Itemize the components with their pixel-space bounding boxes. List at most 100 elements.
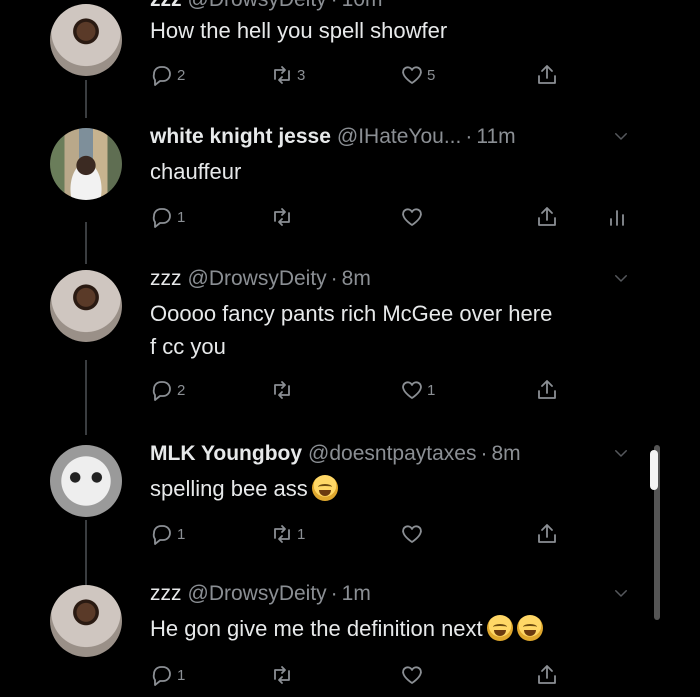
tweet-actions: 2 3 5: [150, 62, 650, 88]
tweet-text-line-2: f cc you: [150, 334, 226, 359]
reply-button[interactable]: 1: [150, 204, 185, 230]
display-name[interactable]: zzz: [150, 267, 182, 291]
tweet-header: zzz @DrowsyDeity · 1m: [150, 582, 371, 606]
retweet-icon: [270, 378, 294, 402]
like-count: 1: [427, 381, 436, 399]
timestamp[interactable]: 1m: [342, 582, 371, 606]
reply-icon: [150, 205, 174, 229]
avatar[interactable]: [50, 585, 122, 657]
retweet-count: 3: [297, 66, 306, 84]
retweet-button[interactable]: [270, 377, 294, 403]
tweet-actions: 1 1: [150, 521, 650, 547]
retweet-button[interactable]: [270, 204, 294, 230]
handle[interactable]: @DrowsyDeity: [188, 267, 327, 291]
reply-button[interactable]: 2: [150, 377, 185, 403]
share-button[interactable]: [535, 377, 559, 403]
tweet-header: white knight jesse @IHateYou... · 11m: [150, 125, 516, 149]
thread-line: [85, 520, 87, 585]
share-icon: [535, 63, 559, 87]
analytics-button[interactable]: [605, 204, 629, 230]
avatar[interactable]: [50, 445, 122, 517]
like-button[interactable]: 1: [400, 377, 435, 403]
heart-icon: [400, 663, 424, 687]
chevron-down-icon[interactable]: [612, 444, 630, 462]
reply-button[interactable]: 1: [150, 521, 185, 547]
share-icon: [535, 378, 559, 402]
handle[interactable]: @DrowsyDeity: [188, 0, 327, 12]
tweet-header: zzz @DrowsyDeity · 10m: [150, 0, 383, 12]
retweet-icon: [270, 63, 294, 87]
reply-icon: [150, 63, 174, 87]
like-button[interactable]: [400, 204, 424, 230]
chevron-down-icon[interactable]: [612, 127, 630, 145]
tweet-text-content: He gon give me the definition next: [150, 616, 483, 641]
thread-line: [85, 360, 87, 435]
like-button[interactable]: [400, 521, 424, 547]
grinning-sweat-emoji-icon: [311, 475, 338, 501]
reply-count: 2: [177, 381, 186, 399]
reply-count: 1: [177, 208, 186, 226]
timestamp[interactable]: 10m: [342, 0, 383, 12]
heart-icon: [400, 205, 424, 229]
timestamp[interactable]: 11m: [476, 125, 515, 149]
share-button[interactable]: [535, 662, 559, 688]
grinning-sweat-emoji-icon: [516, 615, 543, 641]
tweet-text: chauffeur: [150, 159, 242, 184]
tweet-header: MLK Youngboy @doesntpaytaxes · 8m: [150, 442, 521, 466]
separator-dot: ·: [330, 267, 338, 290]
separator-dot: ·: [465, 125, 473, 148]
tweet-text: How the hell you spell showfer: [150, 18, 448, 43]
avatar[interactable]: [50, 4, 122, 76]
like-count: 5: [427, 66, 436, 84]
separator-dot: ·: [480, 442, 488, 465]
grinning-sweat-emoji-icon: [486, 615, 513, 641]
share-button[interactable]: [535, 521, 559, 547]
like-button[interactable]: 5: [400, 62, 435, 88]
retweet-count: 1: [297, 525, 306, 543]
heart-icon: [400, 378, 424, 402]
chevron-down-icon[interactable]: [612, 269, 630, 287]
like-button[interactable]: [400, 662, 424, 688]
tweet-actions: 1: [150, 662, 650, 688]
reply-count: 2: [177, 66, 186, 84]
tweet-header: zzz @DrowsyDeity · 8m: [150, 267, 371, 291]
avatar[interactable]: [50, 128, 122, 200]
timestamp[interactable]: 8m: [342, 267, 371, 291]
reply-icon: [150, 663, 174, 687]
thread-line: [85, 80, 87, 118]
retweet-button[interactable]: 1: [270, 521, 305, 547]
handle[interactable]: @DrowsyDeity: [188, 582, 327, 606]
tweet-text-content: spelling bee ass: [150, 476, 308, 501]
handle[interactable]: @doesntpaytaxes: [308, 442, 476, 466]
retweet-button[interactable]: [270, 662, 294, 688]
reply-button[interactable]: 2: [150, 62, 185, 88]
share-button[interactable]: [535, 204, 559, 230]
handle[interactable]: @IHateYou...: [337, 125, 461, 149]
analytics-icon: [605, 205, 629, 229]
share-icon: [535, 663, 559, 687]
tweet-text: He gon give me the definition next: [150, 612, 543, 645]
share-button[interactable]: [535, 62, 559, 88]
chevron-down-icon[interactable]: [612, 584, 630, 602]
share-icon: [535, 205, 559, 229]
retweet-button[interactable]: 3: [270, 62, 305, 88]
display-name[interactable]: zzz: [150, 0, 182, 12]
timestamp[interactable]: 8m: [491, 442, 520, 466]
display-name[interactable]: white knight jesse: [150, 125, 331, 149]
thread-line: [85, 222, 87, 264]
reply-button[interactable]: 1: [150, 662, 185, 688]
retweet-icon: [270, 522, 294, 546]
reply-icon: [150, 522, 174, 546]
display-name[interactable]: zzz: [150, 582, 182, 606]
scrollbar-thumb[interactable]: [650, 450, 658, 490]
retweet-icon: [270, 205, 294, 229]
tweet-actions: 1: [150, 204, 650, 230]
share-icon: [535, 522, 559, 546]
heart-icon: [400, 522, 424, 546]
reply-count: 1: [177, 666, 186, 684]
avatar[interactable]: [50, 270, 122, 342]
display-name[interactable]: MLK Youngboy: [150, 442, 302, 466]
heart-icon: [400, 63, 424, 87]
tweet-actions: 2 1: [150, 377, 650, 403]
tweet-text: spelling bee ass: [150, 472, 338, 505]
